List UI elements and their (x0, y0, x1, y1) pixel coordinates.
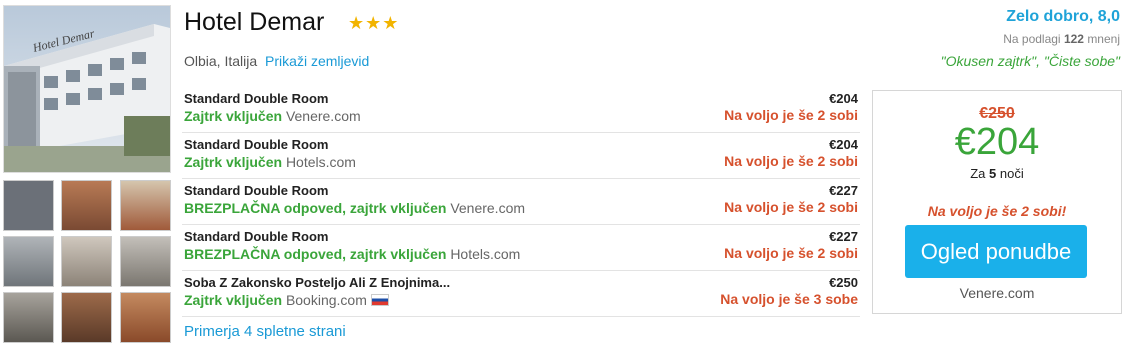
perk-text: Zajtrk vključen (184, 292, 283, 308)
offer-price: €204 (829, 137, 858, 152)
offer-row[interactable]: Standard Double Room BREZPLAČNA odpoved,… (182, 179, 860, 225)
offer-price: €250 (829, 275, 858, 290)
offer-price: €227 (829, 229, 858, 244)
perk-text: BREZPLAČNA odpoved, zajtrk vključen (184, 200, 447, 216)
offer-price: €227 (829, 183, 858, 198)
offer-availability: Na voljo je še 2 sobi (724, 245, 858, 261)
offer-row[interactable]: Soba Z Zakonsko Posteljo Ali Z Enojnima.… (182, 271, 860, 317)
thumbnail-photo[interactable] (120, 236, 171, 287)
hotel-main-photo[interactable]: Hotel Demar (3, 5, 171, 173)
booking-site: Hotels.com (285, 154, 356, 170)
deal-price: €204 (954, 121, 1040, 163)
perk-text: Zajtrk vključen (184, 154, 283, 170)
thumbnail-photo[interactable] (120, 292, 171, 343)
thumbnail-photo[interactable] (3, 180, 54, 231)
perk-text: Zajtrk vključen (184, 108, 283, 124)
offer-perks: Zajtrk vključen Booking.com (184, 292, 389, 308)
offers-list: Standard Double Room Zajtrk vključen Ven… (182, 87, 860, 317)
review-quotes: "Okusen zajtrk", "Čiste sobe" (940, 53, 1120, 69)
offer-row[interactable]: Standard Double Room BREZPLAČNA odpoved,… (182, 225, 860, 271)
offer-availability: Na voljo je še 2 sobi (724, 153, 858, 169)
slovenia-flag-icon (370, 294, 389, 306)
nights-info: Za 5 noči (873, 166, 1121, 181)
nights-suffix: noči (999, 166, 1024, 181)
offer-availability: Na voljo je še 2 sobi (724, 199, 858, 215)
star-rating-icon: ★★★ (348, 13, 400, 33)
perk-text: BREZPLAČNA odpoved, zajtrk vključen (184, 246, 447, 262)
offer-availability: Na voljo je še 2 sobi (724, 107, 858, 123)
offer-price: €204 (829, 91, 858, 106)
booking-site: Venere.com (450, 200, 526, 216)
booking-site: Hotels.com (450, 246, 521, 262)
offer-perks: BREZPLAČNA odpoved, zajtrk vključen Hote… (184, 246, 520, 262)
view-deal-button[interactable]: Ogled ponudbe (905, 225, 1087, 278)
thumbnail-photo[interactable] (61, 236, 112, 287)
thumbnail-photo[interactable] (61, 180, 112, 231)
show-map-link[interactable]: Prikaži zemljevid (265, 53, 369, 69)
reviews-count: Na podlagi 122 mnenj (1003, 32, 1120, 46)
deal-availability: Na voljo je še 2 sobi! (927, 203, 1067, 219)
room-type: Standard Double Room (184, 183, 329, 198)
room-type: Standard Double Room (184, 137, 329, 152)
offer-perks: Zajtrk vključen Hotels.com (184, 154, 356, 170)
hotel-location: Olbia, Italija Prikaži zemljevid (184, 53, 369, 69)
compare-sites-link[interactable]: Primerja 4 spletne strani (184, 323, 346, 340)
booking-site: Venere.com (285, 108, 361, 124)
best-deal-box: €250 €204 Za 5 noči Na voljo je še 2 sob… (872, 90, 1122, 314)
offer-perks: BREZPLAČNA odpoved, zajtrk vključen Vene… (184, 200, 525, 216)
rating-score[interactable]: Zelo dobro, 8,0 (1006, 8, 1120, 26)
offer-availability: Na voljo je še 3 sobe (720, 291, 858, 307)
thumbnail-photo[interactable] (3, 292, 54, 343)
hotel-name[interactable]: Hotel Demar (184, 8, 324, 37)
thumbnail-photo[interactable] (120, 180, 171, 231)
room-type: Soba Z Zakonsko Posteljo Ali Z Enojnima.… (184, 275, 451, 290)
offer-row[interactable]: Standard Double Room Zajtrk vključen Ven… (182, 87, 860, 133)
deal-site[interactable]: Venere.com (873, 285, 1121, 301)
nights-prefix: Za (970, 166, 986, 181)
room-type: Standard Double Room (184, 229, 329, 244)
room-type: Standard Double Room (184, 91, 329, 106)
offer-perks: Zajtrk vključen Venere.com (184, 108, 361, 124)
offer-row[interactable]: Standard Double Room Zajtrk vključen Hot… (182, 133, 860, 179)
reviews-prefix: Na podlagi (1003, 32, 1061, 46)
hotel-building-image: Hotel Demar (4, 6, 170, 172)
thumbnail-photo[interactable] (3, 236, 54, 287)
nights-count: 5 (989, 166, 997, 181)
reviews-number: 122 (1063, 32, 1084, 46)
booking-site: Booking.com (285, 292, 367, 308)
reviews-suffix: mnenj (1087, 32, 1120, 46)
thumbnail-photo[interactable] (61, 292, 112, 343)
location-text: Olbia, Italija (184, 53, 258, 69)
